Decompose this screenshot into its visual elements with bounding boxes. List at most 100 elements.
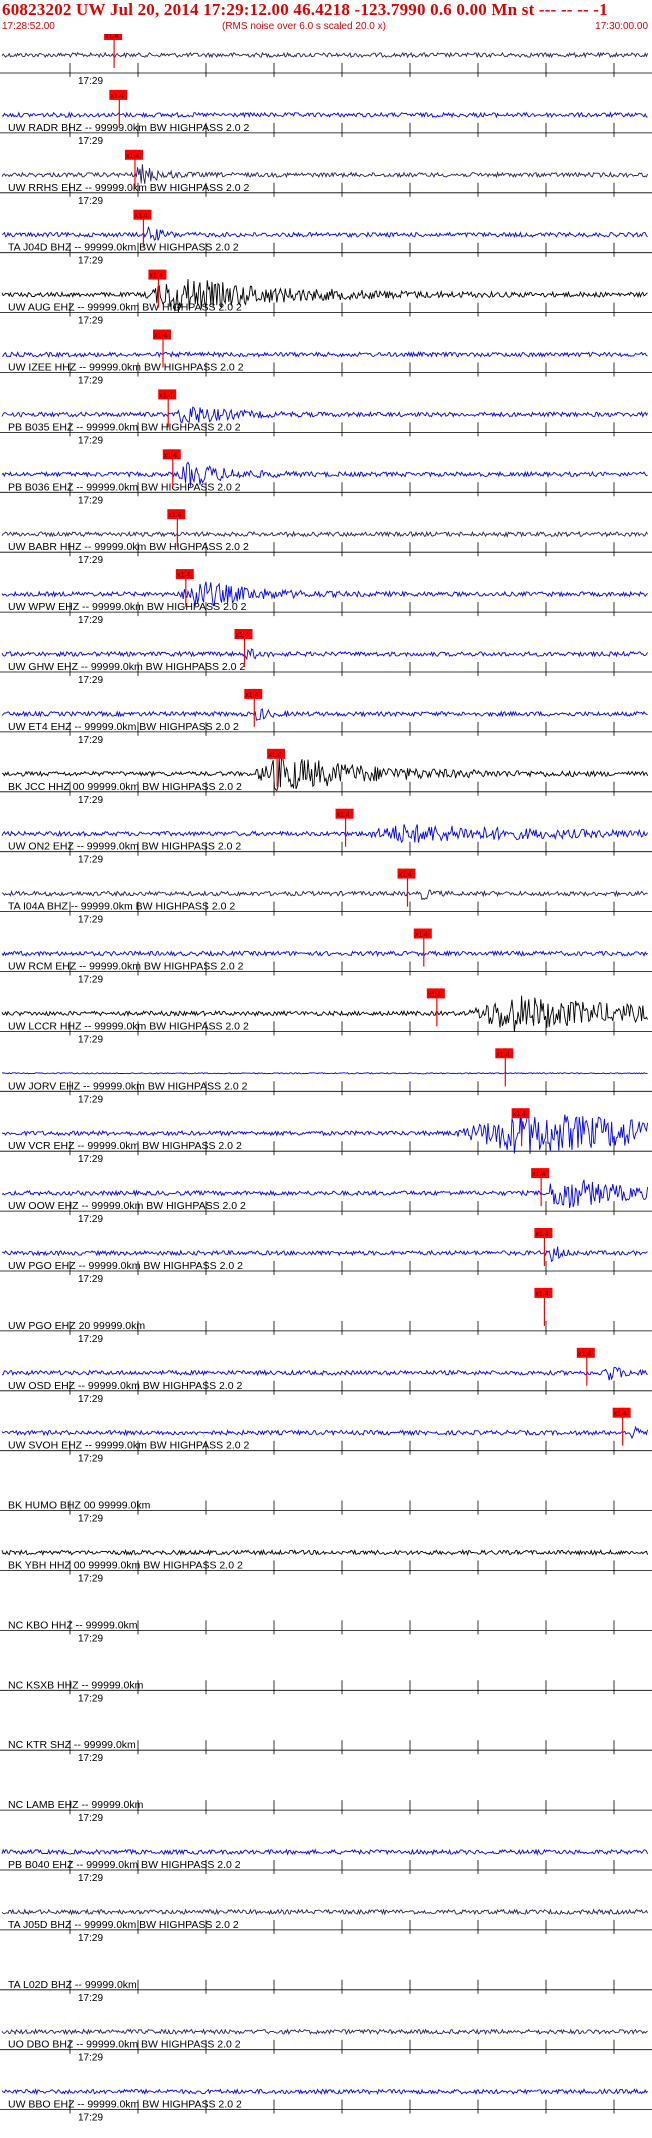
noise-note: (RMS noise over 6.0 s scaled 20.0 x) (222, 21, 386, 32)
station-label: UW AUG EHZ -- 99999.0km BW HIGHPASS 2.0 … (8, 302, 242, 314)
waveform (1, 949, 648, 958)
waveform (1, 1072, 648, 1075)
tick-label: 17:29 (78, 136, 103, 147)
station-label: UW RADR BHZ -- 99999.0km BW HIGHPASS 2.0… (8, 122, 250, 134)
pick-label: x1.4 (177, 572, 190, 579)
pick-label: x1.4 (535, 1231, 548, 1238)
station-label: UW VCR EHZ -- 99999.0km BW HIGHPASS 2.0 … (8, 1140, 242, 1152)
station-label: UO DBO BHZ -- 99999.0km BW HIGHPASS 2.0 … (8, 2039, 241, 2051)
pick-label: x1.4 (535, 1291, 548, 1298)
station-label: NC LAMB EHZ -- 99999.0km (8, 1799, 144, 1811)
trace-row: 17:29 UW ON2 EHZ -- 99999.0km BW HIGHPASS… (0, 808, 652, 866)
station-label: UW JORV EHZ -- 99999.0km BW HIGHPASS 2.0… (8, 1080, 248, 1092)
tick-label: 17:29 (78, 2113, 103, 2124)
tick-label: 17:29 (78, 495, 103, 506)
waveform (1, 406, 648, 424)
station-label: BK JCC HHZ 00 99999.0km BW HIGHPASS 2.0 … (8, 781, 242, 793)
station-label: PB B036 EHZ -- 99999.0km BW HIGHPASS 2.0… (8, 481, 241, 493)
station-label: UW PGO EHZ -- 99999.0km BW HIGHPASS 2.0 … (8, 1260, 243, 1272)
station-label: NC KBO HHZ -- 99999.0km (8, 1619, 138, 1631)
trace-row: 17:29 TA I04A BHZ -- 99999.0km BW HIGHPAS… (0, 868, 652, 926)
tick-label: 17:29 (78, 1214, 103, 1225)
trace-row: 17:29 UW BABR HHZ -- 99999.0km BW HIGHPAS… (0, 509, 652, 566)
event-title: 60823202 UW Jul 20, 2014 17:29:12.00 46.… (2, 0, 608, 19)
seismogram-plot: 17:29 x1.4 17:29 UW RADR BHZ -- 99999.0km B… (0, 34, 652, 2124)
trace-row: 17:29 TA J04D BHZ -- 99999.0km BW HIGHPAS… (0, 209, 652, 267)
trace-row: 17:29 x1.4 (0, 34, 652, 87)
trace-row: 17:29 BK JCC HHZ 00 99999.0km BW HIGHPASS… (0, 748, 652, 806)
tick-label: 17:29 (78, 196, 103, 207)
station-label: TA J05D BHZ -- 99999.0km BW HIGHPASS 2.0… (8, 1919, 239, 1931)
tick-label: 17:29 (78, 675, 103, 686)
trace-row: 17:29 PB B040 EHZ -- 99999.0km BW HIGHPAS… (0, 1848, 652, 1884)
tick-label: 17:29 (78, 1873, 103, 1884)
waveform (1, 1848, 649, 1856)
pick-label: x1.4 (236, 632, 249, 639)
waveform (1, 51, 649, 59)
trace-row: 17:29 NC LAMB EHZ -- 99999.0km (0, 1799, 652, 1824)
tick-label: 17:29 (78, 376, 103, 387)
trace-row: 17:29 UW SVOH EHZ -- 99999.0km BW HIGHPAS… (0, 1407, 652, 1465)
station-label: PB B035 EHZ -- 99999.0km BW HIGHPASS 2.0… (8, 421, 241, 433)
trace-row: 17:29 UW BBO EHZ -- 99999.0km BW HIGHPASS… (0, 2088, 652, 2124)
tick-label: 17:29 (78, 1394, 103, 1405)
tick-label: 17:29 (78, 1813, 103, 1824)
waveform (1, 2088, 648, 2096)
station-label: UW SVOH EHZ -- 99999.0km BW HIGHPASS 2.0… (8, 1440, 250, 1452)
station-label: TA I04A BHZ -- 99999.0km BW HIGHPASS 2.0… (8, 901, 235, 913)
station-label: UW WPW EHZ -- 99999.0km BW HIGHPASS 2.0 … (8, 601, 247, 613)
tick-label: 17:29 (78, 256, 103, 267)
trace-row: 17:29 UW AUG EHZ -- 99999.0km BW HIGHPASS… (0, 269, 652, 327)
pick-label: x1.4 (532, 1171, 545, 1178)
start-time: 17:28:52.00 (2, 21, 55, 32)
tick-label: 17:29 (78, 1154, 103, 1165)
pick-label: x1.4 (268, 752, 281, 759)
station-label: UW ET4 EHZ -- 99999.0km BW HIGHPASS 2.0 … (8, 721, 239, 733)
pick-label: x1.4 (126, 153, 139, 160)
pick-label: x1.4 (134, 213, 147, 220)
tick-label: 17:29 (78, 1633, 103, 1644)
station-label: UW PGO EHZ 20 99999.0km (8, 1320, 145, 1332)
trace-row: 17:29 UW WPW EHZ -- 99999.0km BW HIGHPASS… (0, 569, 652, 626)
pick-label: x1.4 (154, 333, 167, 340)
trace-row: 17:29 UW VCR EHZ -- 99999.0km BW HIGHPASS… (0, 1108, 652, 1165)
waveform (1, 1425, 649, 1440)
trace-row: 17:29 UW PGO EHZ 20 99999.0km x1.4 (0, 1287, 652, 1345)
pick-label: x1.4 (159, 392, 172, 399)
tick-label: 17:29 (78, 435, 103, 446)
tick-label: 17:29 (78, 1753, 103, 1764)
station-label: BK YBH HHZ 00 99999.0km BW HIGHPASS 2.0 … (8, 1560, 243, 1572)
pick-label: x1.4 (513, 1111, 526, 1118)
waveform (1, 648, 648, 661)
trace-row: 17:29 UW JORV EHZ -- 99999.0km BW HIGHPAS… (0, 1048, 652, 1105)
trace-row: 17:29 UW IZEE HHZ -- 99999.0km BW HIGHPAS… (0, 329, 652, 387)
station-label: TA L02D BHZ -- 99999.0km (8, 1979, 137, 1991)
waveform (1, 2028, 648, 2036)
trace-row: 17:29 BK YBH HHZ 00 99999.0km BW HIGHPASS… (0, 1548, 652, 1585)
tick-label: 17:29 (78, 1094, 103, 1105)
trace-row: 17:29 UW ET4 EHZ -- 99999.0km BW HIGHPASS… (0, 688, 652, 746)
waveform (1, 889, 648, 901)
trace-row: 17:29 BK HUMO BHZ 00 99999.0km (0, 1500, 652, 1525)
station-label: TA J04D BHZ -- 99999.0km BW HIGHPASS 2.0… (8, 242, 239, 254)
station-label: UW IZEE HHZ -- 99999.0km BW HIGHPASS 2.0… (8, 362, 244, 374)
pick-label: x1.4 (399, 872, 412, 879)
pick-label: x1.4 (415, 932, 428, 939)
tick-label: 17:29 (78, 316, 103, 327)
waveform (1, 350, 648, 359)
waveform (1, 1548, 649, 1557)
waveform (1, 1908, 649, 1916)
trace-row: 17:29 NC KSXB HHZ -- 99999.0km (0, 1679, 652, 1704)
pick-label: x1.4 (105, 34, 118, 40)
pick-label: x1.4 (110, 93, 123, 100)
trace-row: 17:29 UW OSD EHZ -- 99999.0km BW HIGHPASS… (0, 1347, 652, 1405)
pick-label: x1.4 (578, 1351, 591, 1358)
trace-row: 17:29 UW LCCR HHZ -- 99999.0km BW HIGHPAS… (0, 988, 652, 1045)
pick-label: x1.4 (496, 1051, 509, 1058)
tick-label: 17:29 (78, 1514, 103, 1525)
tick-label: 17:29 (78, 1933, 103, 1944)
waveform (1, 530, 648, 538)
pick-label: x1.4 (164, 452, 177, 459)
station-label: UW OSD EHZ -- 99999.0km BW HIGHPASS 2.0 … (8, 1380, 243, 1392)
trace-row: 17:29 UW RRHS EHZ -- 99999.0km BW HIGHPAS… (0, 149, 652, 207)
